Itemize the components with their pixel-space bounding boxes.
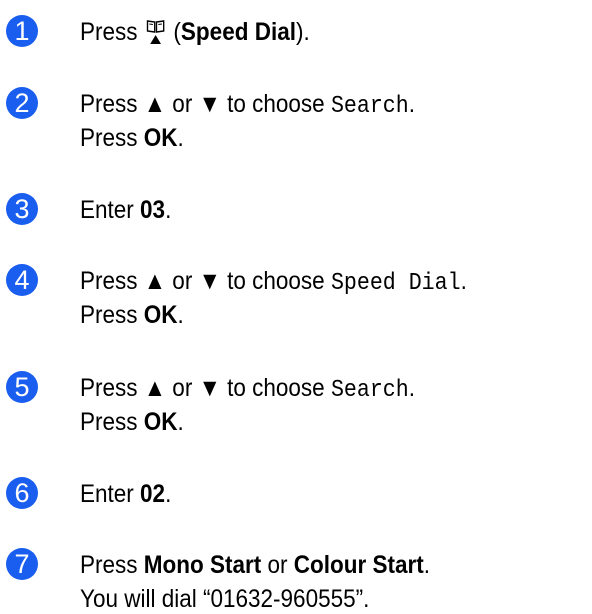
text: . (165, 480, 172, 508)
step-text: Press Mono Start or Colour Start. (80, 550, 430, 580)
mono-start-key-label: Mono Start (143, 551, 262, 579)
up-arrow-icon: ▲ (143, 90, 167, 118)
text: . (408, 90, 415, 118)
text: . (460, 267, 467, 295)
step-text: Press OK. (80, 300, 184, 330)
down-arrow-icon: ▼ (198, 90, 221, 118)
step-text: Press ▲ or ▼ to choose Search. (80, 373, 415, 406)
text: to choose (227, 267, 325, 295)
colour-start-key-label: Colour Start (293, 551, 424, 579)
step-text: Press OK. (80, 123, 184, 153)
text: to choose (227, 90, 325, 118)
step-number: 2 (6, 87, 38, 119)
ok-key-label: OK (143, 124, 178, 152)
text: Press (80, 124, 138, 152)
text: Press (80, 551, 138, 579)
entry-code: 03 (140, 196, 166, 224)
step-text: Press OK. (80, 407, 184, 437)
text: Press (80, 267, 138, 295)
entry-code: 02 (140, 480, 166, 508)
lcd-option: Search (330, 377, 409, 404)
step-text: Press (Speed Dial). (80, 17, 310, 52)
ok-key-label: OK (143, 301, 178, 329)
text: . (177, 408, 184, 436)
dial-result-text: You will dial “01632-960555”. (80, 585, 370, 613)
text: . (423, 551, 431, 579)
step-text: Press ▲ or ▼ to choose Search. (80, 89, 415, 122)
step-number: 6 (6, 477, 38, 509)
lcd-option: Speed Dial (330, 270, 461, 297)
step-number: 4 (6, 264, 38, 296)
text: to choose (227, 374, 325, 402)
text: or (172, 90, 193, 118)
text: . (177, 124, 184, 152)
text: Press (80, 374, 138, 402)
up-arrow-icon: ▲ (143, 374, 167, 402)
text: . (165, 196, 172, 224)
text: Enter (80, 480, 134, 508)
down-arrow-icon: ▼ (198, 374, 221, 402)
text: or (267, 551, 288, 579)
text: Press (80, 90, 138, 118)
speed-dial-book-icon (146, 19, 166, 52)
text: or (172, 267, 193, 295)
text: Press (80, 18, 138, 46)
ok-key-label: OK (143, 408, 178, 436)
step-number: 5 (6, 371, 38, 403)
text: ( (173, 18, 181, 46)
text: Press (80, 301, 138, 329)
step-text: Press ▲ or ▼ to choose Speed Dial. (80, 266, 467, 299)
text: Enter (80, 196, 134, 224)
step-text: Enter 02. (80, 479, 171, 509)
step-number: 3 (6, 193, 38, 225)
text: . (177, 301, 184, 329)
lcd-option: Search (330, 93, 409, 120)
instruction-steps: 1 Press (Speed Dial). 2 Press ▲ or ▼ to … (0, 0, 592, 614)
up-arrow-icon: ▲ (143, 267, 167, 295)
text: . (408, 374, 415, 402)
step-text: You will dial “01632-960555”. (80, 584, 369, 614)
text: ). (295, 18, 310, 46)
text: or (172, 374, 193, 402)
step-text: Enter 03. (80, 195, 171, 225)
speed-dial-label: Speed Dial (180, 18, 296, 46)
step-number: 7 (6, 548, 38, 580)
step-number: 1 (6, 15, 38, 47)
down-arrow-icon: ▼ (198, 267, 221, 295)
text: Press (80, 408, 138, 436)
